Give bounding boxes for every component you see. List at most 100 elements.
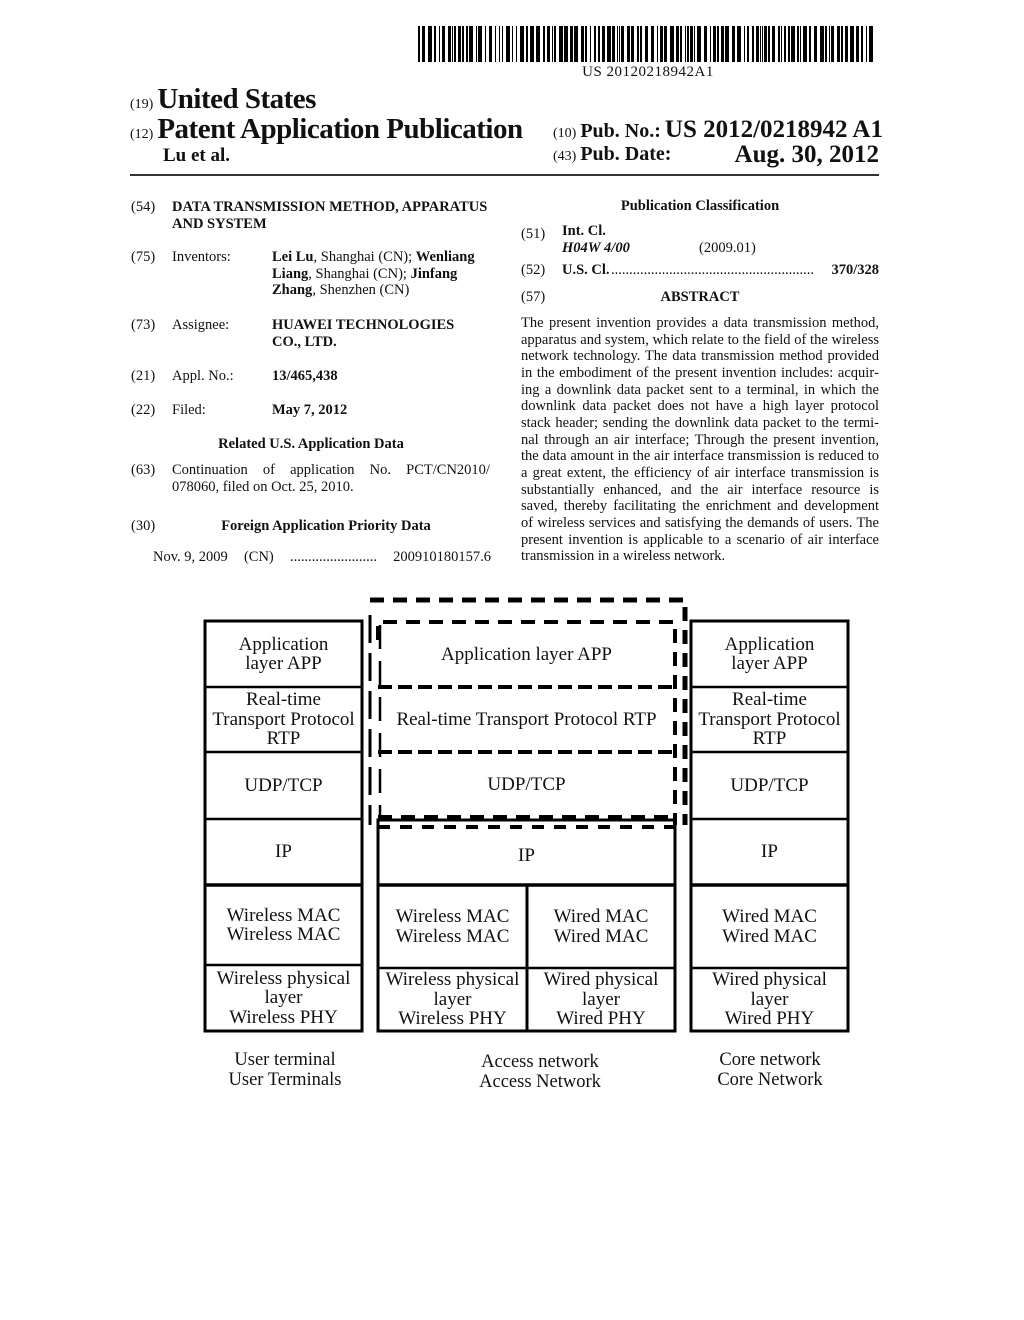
barcode-bar: [680, 26, 682, 62]
barcode-bar: [574, 26, 578, 62]
abstract-heading-row: (57) ABSTRACT: [521, 289, 879, 307]
int-cl-class: H04W 4/00: [562, 240, 630, 256]
barcode-bar: [809, 26, 811, 62]
abstract-heading: ABSTRACT: [660, 289, 740, 305]
barcode-bar: [502, 26, 503, 62]
inventors-code: (75): [131, 249, 156, 265]
priority-entry: Nov. 9, 2009 (CN) ......................…: [153, 549, 491, 566]
cn-mac-layer: Wired MAC Wired MAC: [722, 906, 817, 947]
barcode-bar: [697, 26, 701, 62]
barcode-bar: [856, 26, 859, 62]
int-cl-field: (51) Int. Cl. H04W 4/00 (2009.01): [521, 223, 879, 259]
barcode-bar: [506, 26, 510, 62]
barcode-bar: [607, 26, 611, 62]
barcode-bar: [570, 26, 573, 62]
country: United States: [157, 83, 316, 115]
barcode-bar: [552, 26, 553, 62]
barcode-bar: [687, 26, 689, 62]
priority-dots: ........................: [289, 549, 377, 565]
barcode-bar: [837, 26, 840, 62]
barcode-bar: [760, 26, 761, 62]
inventor-location: , Shenzhen (CN): [312, 282, 410, 298]
barcode-bar: [869, 26, 873, 62]
barcode-bar: [768, 26, 770, 62]
word: Continuation: [172, 462, 248, 478]
barcode-bar: [676, 26, 679, 62]
pub-number-row: (10) Pub. No.: US 2012/0218942 A1: [553, 116, 883, 144]
barcode-bar: [825, 26, 827, 62]
cn-ip-layer: IP: [761, 841, 778, 863]
cn-rtp-layer: Real-time Transport Protocol RTP: [698, 689, 841, 750]
barcode-bar: [685, 26, 686, 62]
continuation-line-2: 078060, filed on Oct. 25, 2010.: [172, 478, 354, 495]
barcode-bar: [418, 26, 420, 62]
barcode-bar: [800, 26, 801, 62]
continuation-text: Continuation of application No. PCT/CN20…: [172, 462, 490, 495]
continuation-code: (63): [131, 462, 156, 478]
barcode-bar: [791, 26, 795, 62]
cn-phy-layer: Wired physical layer Wired PHY: [712, 969, 827, 1030]
barcode-bar: [452, 26, 453, 62]
barcode-bar: [512, 26, 513, 62]
barcode-bar: [627, 26, 630, 62]
barcode-bar: [772, 26, 775, 62]
an-wired-mac-layer: Wired MAC Wired MAC: [553, 906, 649, 947]
barcode-bar: [784, 26, 786, 62]
barcode-bar: [764, 26, 767, 62]
ut-rtp-layer: Real-time Transport Protocol RTP: [212, 689, 355, 750]
barcode-bar: [559, 26, 563, 62]
barcode-bar: [466, 26, 468, 62]
barcode-bar: [747, 26, 749, 62]
barcode-bar: [820, 26, 824, 62]
barcode-bar: [581, 26, 584, 62]
barcode-bar: [478, 26, 482, 62]
barcode-bar: [530, 26, 534, 62]
inventors-list: Lei Lu, Shanghai (CN); Wenliang Liang, S…: [272, 249, 490, 299]
barcode-bar: [861, 26, 863, 62]
barcode-bar: [516, 26, 517, 62]
barcode-bar: [717, 26, 719, 62]
us-cl-dots: ........................................…: [611, 262, 814, 278]
barcode-bar: [619, 26, 620, 62]
type-code: (12): [130, 127, 154, 142]
user-terminal-stack-border: [203, 619, 364, 1033]
appl-no-field: (21) Appl. No.: 13/465,438: [131, 368, 491, 386]
continuation-field: (63) Continuation of application No. PCT…: [131, 462, 491, 496]
int-cl-version: (2009.01): [699, 240, 756, 256]
barcode-bar: [612, 26, 615, 62]
barcode-bar: [520, 26, 524, 62]
barcode-bar: [778, 26, 780, 62]
barcode-bar: [590, 26, 591, 62]
barcode-bar: [829, 26, 830, 62]
int-cl-label: Int. Cl.: [562, 223, 606, 239]
barcode-bar: [762, 26, 763, 62]
barcode-bar: [732, 26, 735, 62]
barcode-bar: [814, 26, 817, 62]
pub-date-label: Pub. Date:: [580, 143, 672, 165]
barcode-bar: [831, 26, 834, 62]
barcode-bar: [690, 26, 693, 62]
outer-dashed-boundary: [370, 597, 688, 825]
us-cl-field: (52) U.S. Cl. ..........................…: [521, 262, 879, 280]
barcode-bar: [756, 26, 759, 62]
cn-transport-layer: UDP/TCP: [730, 774, 809, 796]
appl-no-code: (21): [131, 368, 156, 384]
barcode-bar: [621, 26, 624, 62]
filed-value: May 7, 2012: [272, 402, 348, 418]
us-cl-value: 370/328: [831, 262, 879, 278]
barcode-bar: [526, 26, 528, 62]
barcode-bar: [744, 26, 745, 62]
word: PCT/CN2010/: [406, 462, 490, 478]
abstract-text: The present invention provides a data tr…: [521, 315, 879, 565]
barcode-bar: [434, 26, 436, 62]
barcode-bar: [725, 26, 729, 62]
foreign-priority-heading-row: (30) Foreign Application Priority Data: [131, 518, 491, 536]
barcode-bar: [585, 26, 587, 62]
priority-country: (CN): [243, 549, 274, 565]
barcode-bar: [752, 26, 754, 62]
word: application: [290, 462, 355, 478]
core-network-stack-border: [689, 619, 850, 1033]
barcode-bar: [489, 26, 492, 62]
barcode-bar: [845, 26, 848, 62]
barcode-bar: [462, 26, 464, 62]
